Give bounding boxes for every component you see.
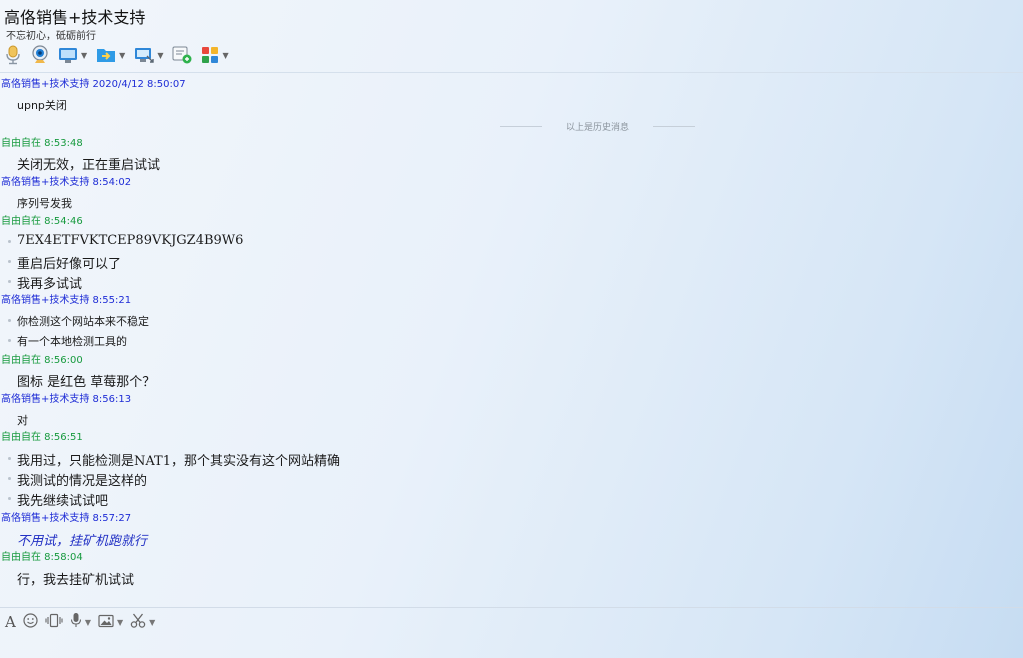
vibrate-icon (45, 613, 63, 632)
bullet-dot (8, 319, 11, 322)
create-discussion-button[interactable] (172, 46, 192, 64)
microphone-icon (4, 45, 22, 65)
message-text: 有一个本地检测工具的 (17, 335, 127, 348)
message-sender: 高佫销售+技术支持 8:57:27 (1, 513, 132, 524)
message-sender: 自由自在 8:53:48 (1, 138, 83, 149)
video-call-button[interactable] (31, 45, 49, 65)
chat-signature: 不忘初心，砥砺前行 (6, 31, 96, 42)
bullet-dot (8, 240, 11, 243)
bullet-dot (8, 457, 11, 460)
message-text: 7EX4ETFVKTCEP89VKJGZ4B9W6 (17, 233, 244, 248)
history-divider: 以上是历史消息 (500, 119, 710, 133)
input-divider (0, 607, 1023, 608)
remote-desktop-icon (134, 46, 155, 64)
remote-desktop-button[interactable]: ▼ (134, 46, 163, 64)
new-chat-icon (172, 46, 192, 64)
screen-share-button[interactable]: ▼ (58, 46, 87, 64)
message-text: 我再多试试 (17, 277, 83, 292)
file-transfer-icon (96, 46, 116, 64)
message-text: 重启后好像可以了 (17, 257, 122, 272)
vibrate-button[interactable] (45, 613, 63, 632)
bullet-dot (8, 477, 11, 480)
message-text: 我用过，只能检测是NAT1，那个其实没有这个网站精确 (17, 454, 340, 469)
message-sender: 高佫销售+技术支持 2020/4/12 8:50:07 (1, 79, 186, 90)
message-sender: 自由自在 8:56:00 (1, 355, 83, 366)
message-sender: 高佫销售+技术支持 8:56:13 (1, 394, 132, 405)
file-transfer-button[interactable]: ▼ (96, 46, 125, 64)
chat-title: 高佫销售+技术支持 (4, 8, 146, 27)
divider-line (500, 125, 542, 127)
chevron-down-icon[interactable]: ▼ (117, 618, 123, 627)
chevron-down-icon[interactable]: ▼ (222, 51, 228, 60)
message-text: 关闭无效，正在重启试试 (17, 158, 161, 173)
chevron-down-icon[interactable]: ▼ (157, 51, 163, 60)
message-sender: 高佫销售+技术支持 8:54:02 (1, 177, 132, 188)
voice-message-button[interactable]: ▼ (70, 612, 91, 632)
scissors-icon (130, 613, 146, 632)
font-button[interactable]: A (5, 613, 16, 631)
message-text: 不用试，挂矿机跑就行 (17, 534, 148, 549)
message-text: 对 (17, 414, 28, 427)
apps-icon (201, 46, 219, 64)
message-text: 我测试的情况是这样的 (17, 474, 148, 489)
bullet-dot (8, 497, 11, 500)
message-sender: 高佫销售+技术支持 8:55:21 (1, 295, 132, 306)
image-icon (98, 613, 114, 632)
message-text: 图标 是红色 草莓那个？ (17, 375, 156, 390)
voice-call-button[interactable] (4, 45, 22, 65)
message-sender: 自由自在 8:58:04 (1, 552, 83, 563)
webcam-icon (31, 45, 49, 65)
chevron-down-icon[interactable]: ▼ (81, 51, 87, 60)
message-text: 我先继续试试吧 (17, 494, 109, 509)
screen-share-icon (58, 46, 78, 64)
message-text: 序列号发我 (17, 197, 72, 210)
chevron-down-icon[interactable]: ▼ (119, 51, 125, 60)
emoji-icon (23, 612, 38, 632)
chevron-down-icon[interactable]: ▼ (85, 618, 91, 627)
message-sender: 自由自在 8:54:46 (1, 216, 83, 227)
screenshot-button[interactable]: ▼ (130, 613, 155, 632)
chat-header: 高佫销售+技术支持 不忘初心，砥砺前行 ▼ ▼ ▼ ▼ (0, 0, 1023, 72)
message-list[interactable]: 以上是历史消息 高佫销售+技术支持 2020/4/12 8:50:07 upnp… (0, 73, 1023, 607)
voice-icon (70, 612, 82, 632)
message-text: 行，我去挂矿机试试 (17, 573, 135, 588)
message-text: upnp关闭 (17, 99, 67, 112)
input-toolbar: A ▼ ▼ ▼ (5, 612, 162, 632)
font-icon: A (5, 613, 16, 631)
chat-toolbar: ▼ ▼ ▼ ▼ (4, 44, 238, 66)
divider-line (653, 125, 696, 127)
bullet-dot (8, 280, 11, 283)
message-sender: 自由自在 8:56:51 (1, 432, 83, 443)
bullet-dot (8, 260, 11, 263)
image-button[interactable]: ▼ (98, 613, 123, 632)
apps-button[interactable]: ▼ (201, 46, 229, 64)
chevron-down-icon[interactable]: ▼ (149, 618, 155, 627)
bullet-dot (8, 339, 11, 342)
history-divider-label: 以上是历史消息 (566, 122, 630, 133)
message-text: 你检测这个网站本来不稳定 (17, 315, 149, 328)
emoji-button[interactable] (23, 612, 38, 632)
